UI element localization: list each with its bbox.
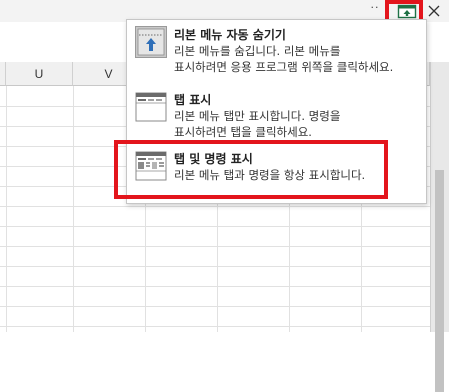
menu-item-show-tabs-and-commands[interactable]: 탭 및 명령 표시 리본 메뉴 탭과 명령을 항상 표시합니다. [127, 144, 426, 200]
vertical-scrollbar[interactable] [430, 62, 449, 392]
ribbon-display-options-icon [397, 4, 417, 19]
column-header-u[interactable]: U [6, 62, 73, 86]
show-tabs-and-commands-icon [135, 150, 167, 185]
grid-line [0, 206, 430, 207]
menu-item-title: 탭 표시 [174, 93, 212, 107]
menu-item-auto-hide-ribbon[interactable]: 리본 메뉴 자동 숨기기 리본 메뉴를 숨깁니다. 리본 메뉴를 표시하려면 응… [127, 20, 426, 78]
more-options-button[interactable]: ·· [368, 2, 382, 16]
grid-line [0, 306, 430, 307]
close-button[interactable] [425, 2, 443, 20]
menu-item-show-tabs[interactable]: 탭 표시 리본 메뉴 탭만 표시합니다. 명령을 표시하려면 탭을 클릭하세요. [127, 85, 426, 140]
grid-line [0, 266, 430, 267]
show-tabs-icon [135, 91, 167, 126]
menu-item-description: 리본 메뉴 탭과 명령을 항상 표시합니다. [174, 168, 366, 182]
menu-item-description: 리본 메뉴를 숨깁니다. 리본 메뉴를 표시하려면 응용 프로그램 위쪽을 클릭… [174, 44, 394, 74]
close-icon [428, 5, 440, 17]
grid-line [0, 246, 430, 247]
ribbon-display-options-button[interactable] [397, 4, 417, 19]
auto-hide-ribbon-icon [135, 26, 167, 61]
menu-item-description: 리본 메뉴 탭만 표시합니다. 명령을 표시하려면 탭을 클릭하세요. [174, 109, 341, 139]
formula-bar-area [0, 22, 128, 63]
menu-item-title: 리본 메뉴 자동 숨기기 [174, 28, 286, 42]
ribbon-display-options-menu: 리본 메뉴 자동 숨기기 리본 메뉴를 숨깁니다. 리본 메뉴를 표시하려면 응… [126, 19, 427, 204]
scrollbar-thumb[interactable] [435, 170, 444, 392]
grid-line [0, 286, 430, 287]
grid-line [6, 86, 7, 332]
menu-item-title: 탭 및 명령 표시 [174, 152, 253, 166]
grid-line [73, 86, 74, 332]
grid-line [0, 326, 430, 327]
grid-line [0, 226, 430, 227]
